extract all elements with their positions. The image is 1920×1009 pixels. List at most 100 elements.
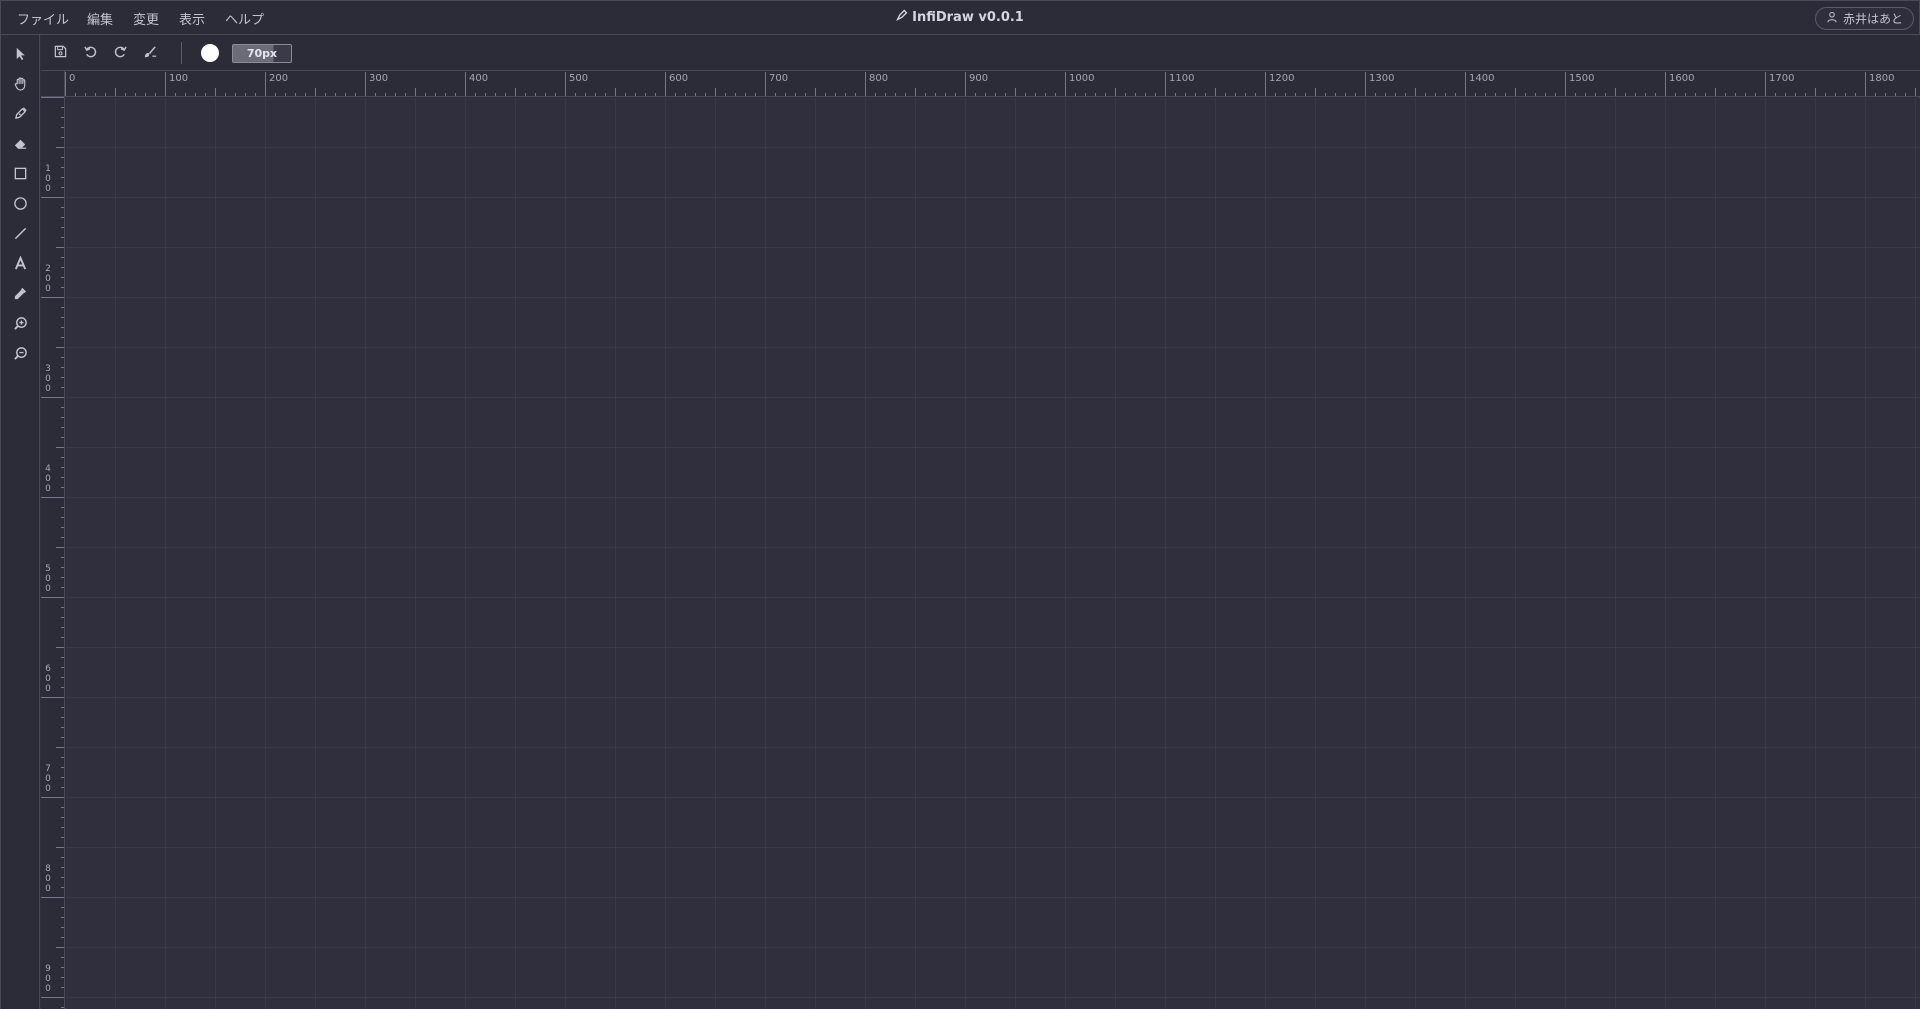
ruler-tick [795, 93, 796, 96]
ruler-tick [56, 447, 64, 448]
brush-color-swatch[interactable] [201, 44, 219, 62]
ruler-tick [1675, 93, 1676, 96]
ruler-tick [61, 557, 64, 558]
ruler-tick [1555, 93, 1556, 96]
ruler-tick [1735, 93, 1736, 96]
select-tool[interactable] [10, 45, 30, 65]
pen-tool[interactable] [10, 105, 30, 125]
ruler-tick [1055, 93, 1056, 96]
ruler-tick [61, 617, 64, 618]
ruler-tick [41, 997, 64, 998]
clear-brush-button[interactable] [140, 43, 160, 63]
ruler-tick [61, 587, 64, 588]
ruler-tick [61, 857, 64, 858]
ruler-tick [1445, 93, 1446, 96]
eraser-tool[interactable] [10, 135, 30, 155]
ruler-tick [61, 267, 64, 268]
ruler-tick [61, 957, 64, 958]
ruler-tick [61, 1007, 64, 1008]
undo-button[interactable] [80, 43, 100, 63]
ruler-tick [655, 93, 656, 96]
ruler-tick [325, 93, 326, 96]
ruler-tick [61, 137, 64, 138]
ruler-tick [185, 93, 186, 96]
menu-view[interactable]: 表示 [179, 9, 205, 28]
ruler-tick [175, 93, 176, 96]
ruler-label: 1000 [1069, 73, 1095, 84]
ruler-tick [765, 72, 766, 96]
ruler-label: 600 [669, 73, 689, 84]
eyedropper-tool[interactable] [10, 285, 30, 305]
ruler-tick [265, 72, 266, 96]
ruler-tick [985, 93, 986, 96]
user-account-button[interactable]: 赤井はあと [1814, 7, 1914, 30]
ruler-tick [575, 93, 576, 96]
ruler-label: 500 [569, 73, 589, 84]
ruler-tick [61, 317, 64, 318]
ruler-tick [61, 687, 64, 688]
ruler-tick [235, 93, 236, 96]
ruler-tick [1275, 93, 1276, 96]
text-tool[interactable] [10, 254, 30, 275]
ruler-corner [41, 71, 65, 97]
zoom-out-tool[interactable] [10, 345, 30, 365]
ruler-tick [1085, 93, 1086, 96]
hand-tool[interactable] [10, 75, 30, 95]
ruler-tick [1785, 93, 1786, 96]
ruler-tick [1465, 72, 1466, 96]
ruler-tick [915, 88, 916, 96]
ruler-tick [61, 377, 64, 378]
ruler-tick [95, 93, 96, 96]
undo-icon [83, 44, 98, 63]
ruler-label: 1700 [1769, 73, 1795, 84]
save-button[interactable] [50, 43, 70, 63]
ruler-tick [61, 737, 64, 738]
ruler-tick [1145, 93, 1146, 96]
line-tool[interactable] [10, 225, 30, 245]
ruler-tick [61, 987, 64, 988]
ruler-tick [365, 72, 366, 96]
ruler-tick [1115, 88, 1116, 96]
ruler-tick [61, 537, 64, 538]
ellipse-tool[interactable] [10, 195, 30, 215]
user-icon [1826, 11, 1838, 26]
ruler-tick [61, 717, 64, 718]
ruler-tick [61, 607, 64, 608]
ruler-tick [1545, 93, 1546, 96]
ruler-label: 1400 [1469, 73, 1495, 84]
rectangle-tool[interactable] [10, 165, 30, 185]
ruler-tick [56, 147, 64, 148]
drawing-canvas[interactable] [66, 98, 1920, 1009]
ruler-tick [1845, 93, 1846, 96]
menu-bar: ファイル 編集 変更 表示 ヘルプ InfiDraw v0.0.1 赤井はあと [1, 1, 1919, 35]
zoom-in-tool[interactable] [10, 315, 30, 335]
menu-modify[interactable]: 変更 [133, 9, 159, 28]
ruler-tick [1625, 93, 1626, 96]
ruler-tick [61, 877, 64, 878]
ruler-tick [805, 93, 806, 96]
ruler-label: 1800 [1869, 73, 1895, 84]
menu-file[interactable]: ファイル [17, 9, 69, 28]
ruler-label: 100 [169, 73, 189, 84]
ruler-label: 300 [369, 73, 389, 84]
ruler-tick [825, 93, 826, 96]
ruler-tick [61, 307, 64, 308]
menu-help[interactable]: ヘルプ [225, 9, 264, 28]
ruler-tick [61, 937, 64, 938]
ruler-tick [1495, 93, 1496, 96]
ruler-tick [41, 697, 64, 698]
ruler-tick [965, 72, 966, 96]
ruler-tick [56, 947, 64, 948]
redo-button[interactable] [110, 43, 130, 63]
menu-edit[interactable]: 編集 [87, 9, 113, 28]
ruler-tick [1375, 93, 1376, 96]
ruler-label: 900 [45, 964, 51, 994]
ruler-tick [61, 327, 64, 328]
ruler-tick [275, 93, 276, 96]
brush-size-input[interactable] [232, 44, 292, 63]
ruler-label: 700 [45, 764, 51, 794]
ruler-label: 200 [45, 264, 51, 294]
ruler-tick [535, 93, 536, 96]
ruler-tick [1565, 72, 1566, 96]
ruler-tick [1105, 93, 1106, 96]
